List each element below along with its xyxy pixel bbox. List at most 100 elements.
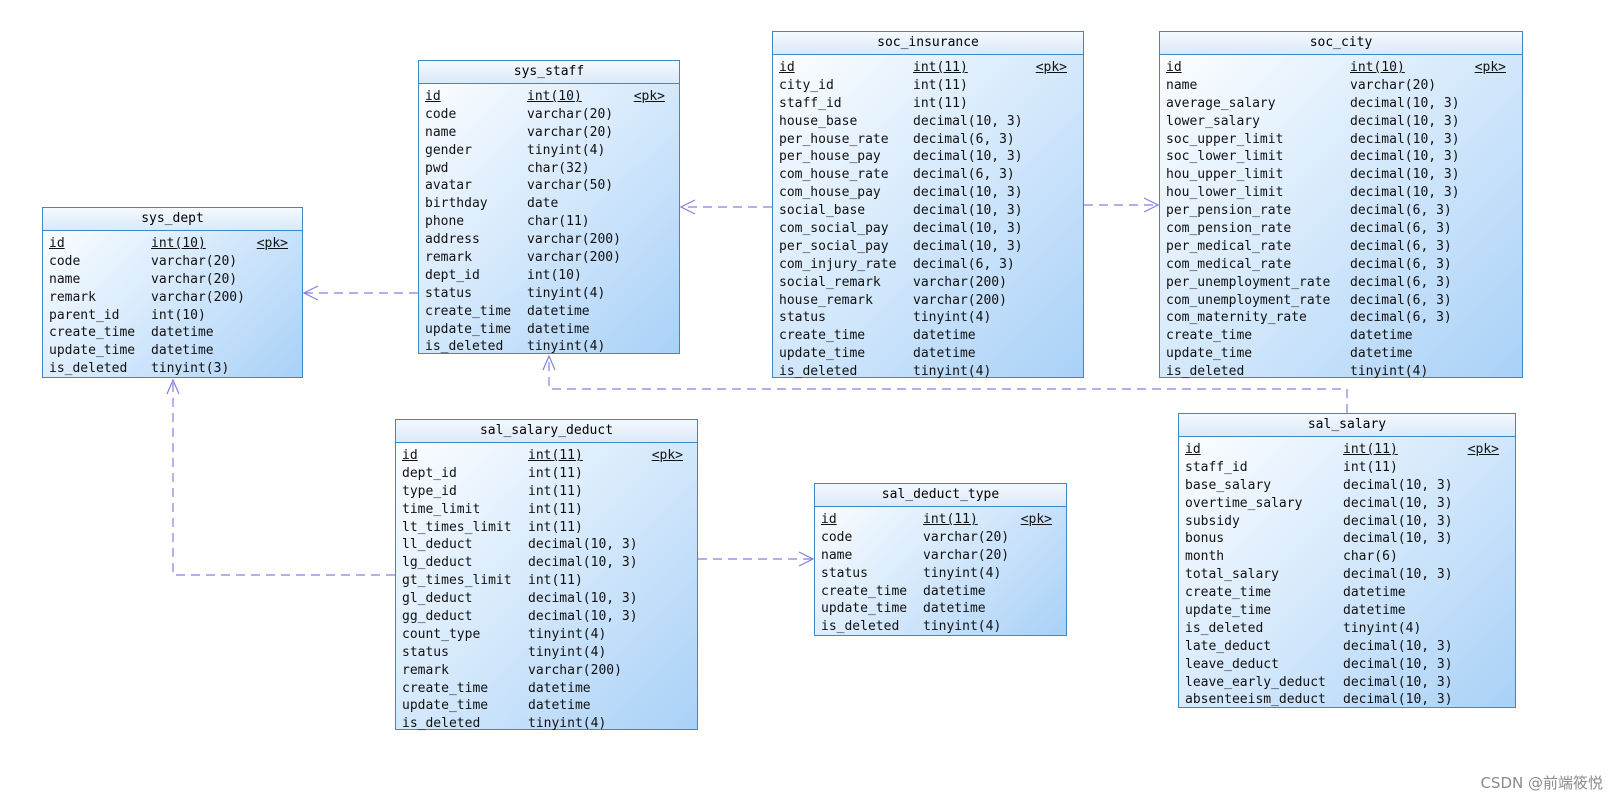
- column-type: decimal(10, 3): [1343, 674, 1453, 690]
- column-type: char(6): [1343, 549, 1398, 565]
- column-type: decimal(10, 3): [1350, 113, 1460, 129]
- column-row: create_time datetime: [821, 583, 1060, 601]
- column-name: id: [425, 89, 441, 104]
- column-type: decimal(10, 3): [1343, 692, 1453, 708]
- column-row: per_medical_rate decimal(6, 3): [1166, 238, 1516, 256]
- column-name: month: [1185, 549, 1225, 565]
- column-row: social_remark varchar(200): [779, 274, 1077, 292]
- column-row: hou_upper_limit decimal(10, 3): [1166, 166, 1516, 184]
- column-type: datetime: [1343, 603, 1406, 619]
- column-row: update_time datetime: [1166, 345, 1516, 363]
- column-row: code varchar(20): [821, 529, 1060, 547]
- primary-key-marker: <pk>: [651, 448, 683, 463]
- column-type: varchar(20): [151, 271, 238, 287]
- column-type: decimal(6, 3): [1350, 221, 1452, 237]
- column-name: create_time: [49, 325, 136, 341]
- column-name: soc_lower_limit: [1166, 149, 1284, 165]
- column-type: datetime: [913, 328, 976, 344]
- primary-key-marker: <pk>: [256, 236, 288, 251]
- column-row: dept_id int(11): [402, 465, 691, 483]
- column-row: name varchar(20): [821, 547, 1060, 565]
- column-row: lt_times_limit int(11): [402, 519, 691, 537]
- column-list: id int(10) <pk> name varchar(20) average_sala…: [1160, 55, 1522, 381]
- entity-soc_insurance[interactable]: soc_insurance id int(11) <pk> city_id int(11)…: [772, 31, 1084, 381]
- column-type: decimal(6, 3): [1350, 238, 1452, 254]
- column-name: dept_id: [402, 465, 457, 481]
- column-row: remark varchar(200): [402, 662, 691, 680]
- column-type: int(10): [1350, 60, 1405, 75]
- column-type: tinyint(4): [527, 339, 606, 355]
- column-name: staff_id: [1185, 459, 1248, 475]
- column-row: update_time datetime: [49, 342, 296, 360]
- column-type: datetime: [527, 321, 590, 337]
- column-name: create_time: [425, 303, 512, 319]
- entity-sal_salary[interactable]: sal_salary id int(11) <pk> staff_id int(11) ba…: [1178, 413, 1516, 708]
- column-row: count_type tinyint(4): [402, 626, 691, 644]
- primary-key-marker: <pk>: [1474, 60, 1506, 75]
- column-type: tinyint(4): [528, 716, 607, 732]
- column-row: overtime_salary decimal(10, 3): [1185, 495, 1509, 513]
- column-row: update_time datetime: [779, 345, 1077, 363]
- column-row: social_base decimal(10, 3): [779, 202, 1077, 220]
- column-type: decimal(10, 3): [528, 537, 638, 553]
- column-list: id int(11) <pk> code varchar(20) name varchar(…: [815, 507, 1066, 636]
- column-type: int(11): [528, 483, 583, 499]
- column-name: is_deleted: [1166, 364, 1245, 380]
- column-row: status tinyint(4): [821, 565, 1060, 583]
- column-type: decimal(6, 3): [1350, 203, 1452, 219]
- column-type: datetime: [151, 325, 214, 341]
- column-name: lt_times_limit: [402, 519, 512, 535]
- column-row: is_deleted tinyint(4): [821, 618, 1060, 636]
- column-row: city_id int(11): [779, 77, 1077, 95]
- column-type: decimal(10, 3): [1343, 638, 1453, 654]
- column-row: is_deleted tinyint(4): [779, 363, 1077, 381]
- column-name: ll_deduct: [402, 537, 473, 553]
- column-row: update_time datetime: [402, 697, 691, 715]
- column-row: month char(6): [1185, 548, 1509, 566]
- entity-sys_dept[interactable]: sys_dept id int(10) <pk> code varchar(20) name…: [42, 207, 303, 378]
- entity-sal_deduct_type[interactable]: sal_deduct_type id int(11) <pk> code varchar(…: [814, 483, 1067, 636]
- column-row: phone char(11): [425, 213, 673, 231]
- column-row: total_salary decimal(10, 3): [1185, 566, 1509, 584]
- column-row: bonus decimal(10, 3): [1185, 530, 1509, 548]
- column-type: date: [527, 196, 559, 212]
- column-row: ll_deduct decimal(10, 3): [402, 536, 691, 554]
- column-row: lg_deduct decimal(10, 3): [402, 554, 691, 572]
- column-name: create_time: [821, 583, 908, 599]
- column-type: varchar(20): [923, 547, 1010, 563]
- entity-sys_staff[interactable]: sys_staff id int(10) <pk> code varchar(20) nam…: [418, 60, 680, 354]
- column-type: varchar(20): [151, 253, 238, 269]
- column-row: pwd char(32): [425, 160, 673, 178]
- column-type: char(32): [527, 160, 590, 176]
- entity-title: sys_staff: [419, 61, 679, 84]
- column-row: is_deleted tinyint(4): [425, 338, 673, 356]
- column-type: tinyint(4): [923, 565, 1002, 581]
- column-row: birthday date: [425, 195, 673, 213]
- column-row: type_id int(11): [402, 483, 691, 501]
- column-name: id: [821, 512, 837, 527]
- column-name: update_time: [402, 698, 489, 714]
- entity-sal_salary_deduct[interactable]: sal_salary_deduct id int(11) <pk> dept_id int…: [395, 419, 698, 732]
- column-type: int(10): [527, 267, 582, 283]
- column-type: decimal(10, 3): [913, 203, 1023, 219]
- column-name: name: [821, 547, 853, 563]
- column-type: decimal(10, 3): [1350, 149, 1460, 165]
- column-type: decimal(6, 3): [913, 167, 1015, 183]
- column-row: house_base decimal(10, 3): [779, 113, 1077, 131]
- column-name: per_house_rate: [779, 131, 889, 147]
- column-name: per_pension_rate: [1166, 203, 1292, 219]
- column-type: tinyint(4): [527, 285, 606, 301]
- column-name: per_unemployment_rate: [1166, 274, 1331, 290]
- column-type: decimal(10, 3): [1350, 95, 1460, 111]
- column-name: status: [779, 310, 826, 326]
- entity-soc_city[interactable]: soc_city id int(10) <pk> name varchar(20) aver…: [1159, 31, 1523, 381]
- column-type: datetime: [1350, 346, 1413, 362]
- column-type: decimal(6, 3): [1350, 274, 1452, 290]
- column-type: tinyint(4): [527, 142, 606, 158]
- column-name: type_id: [402, 483, 457, 499]
- column-row: id int(11) <pk>: [779, 59, 1077, 77]
- column-name: soc_upper_limit: [1166, 131, 1284, 147]
- column-row: create_time datetime: [425, 303, 673, 321]
- column-type: decimal(10, 3): [913, 238, 1023, 254]
- column-type: varchar(20): [527, 124, 614, 140]
